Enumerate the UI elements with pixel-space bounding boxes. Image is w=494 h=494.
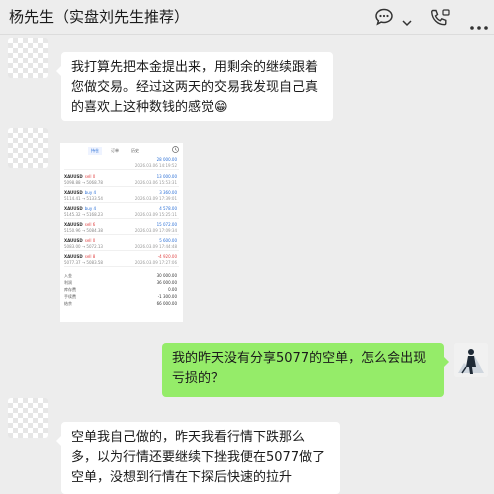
screenshot-tab: 订单 bbox=[111, 148, 119, 153]
trade-amount: 5 600.00 bbox=[159, 238, 177, 243]
summary-row: 手续费 -1 300.00 bbox=[64, 294, 179, 300]
trade-side: sell 0 bbox=[84, 238, 96, 243]
contact-avatar[interactable] bbox=[8, 38, 48, 78]
trade-side: buy 4 bbox=[84, 190, 97, 195]
summary-label: 手续费 bbox=[64, 294, 76, 299]
trade-symbol: XAUUSD buy 4 bbox=[64, 190, 96, 195]
summary-row: 利润 36 000.00 bbox=[64, 280, 179, 286]
trade-time: 2026.03.09 17:39:01 bbox=[134, 196, 177, 201]
summary-label: 利润 bbox=[64, 280, 72, 285]
trade-side: sell 6 bbox=[84, 222, 96, 227]
screenshot-trade-row: XAUUSD buy 4 5145.32 → 5168.23 4 578.00 2… bbox=[64, 205, 179, 219]
message-text: 我打算先把本金提出来，用剩余的继续跟着您做交易。经过这两天的交易我发现自己真的喜… bbox=[71, 60, 319, 115]
trade-symbol: XAUUSD sell 0 bbox=[64, 238, 95, 243]
screenshot-trade-row: XAUUSD sell 8 5077.37 → 5083.58 -4 920.00… bbox=[64, 253, 179, 267]
chevron-down-icon[interactable] bbox=[402, 12, 412, 31]
screenshot-trade-row: XAUUSD sell 0 5083.00 → 5072.13 5 600.00 … bbox=[64, 237, 179, 251]
contact-avatar[interactable] bbox=[8, 398, 48, 438]
screenshot-trade-row: XAUUSD sell 6 5150.96 → 5084.38 15 072.00… bbox=[64, 221, 179, 235]
trade-symbol-text: XAUUSD bbox=[64, 254, 83, 259]
trade-symbol: XAUUSD buy 4 bbox=[64, 206, 96, 211]
screenshot-total: 28 000.00 bbox=[156, 157, 177, 162]
trade-amount: -4 920.00 bbox=[157, 254, 177, 259]
message-text: 空单我自己做的，昨天我看行情下跌那么多，以为行情还要继续下挫我便在5077做了空… bbox=[71, 430, 326, 485]
contact-avatar[interactable] bbox=[8, 128, 48, 168]
trade-time: 2026.03.09 17:27:06 bbox=[134, 260, 177, 265]
summary-label: 库存费 bbox=[64, 287, 76, 292]
trade-symbol: XAUUSD sell 0 bbox=[64, 174, 95, 179]
summary-row: 入金 30 000.00 bbox=[64, 273, 179, 279]
summary-value: 0.00 bbox=[168, 287, 177, 292]
trade-symbol-text: XAUUSD bbox=[64, 206, 83, 211]
chat-bubble-icon[interactable] bbox=[374, 8, 394, 30]
trade-time: 2026.03.06 15:53:31 bbox=[134, 180, 177, 185]
self-avatar[interactable] bbox=[454, 343, 488, 377]
chat-title: 杨先生（实盘刘先生推荐） bbox=[9, 8, 190, 26]
trade-side: sell 0 bbox=[84, 174, 96, 179]
trade-symbol-text: XAUUSD bbox=[64, 222, 83, 227]
trade-symbol: XAUUSD sell 8 bbox=[64, 254, 95, 259]
trade-amount: 3 360.00 bbox=[159, 190, 177, 195]
screenshot-trade-row: XAUUSD sell 0 5098.88 → 5068.78 13 000.00… bbox=[64, 173, 179, 187]
summary-label: 入金 bbox=[64, 273, 72, 278]
summary-row: 结余 66 000.00 bbox=[64, 301, 179, 307]
screenshot-trade-row: XAUUSD buy 4 5114.41 → 5133.54 3 360.00 2… bbox=[64, 189, 179, 203]
trade-time: 2026.03.09 15:25:11 bbox=[134, 212, 177, 217]
trade-prices: 5083.00 → 5072.13 bbox=[64, 244, 103, 249]
trade-prices: 5150.96 → 5084.38 bbox=[64, 228, 103, 233]
summary-row: 库存费 0.00 bbox=[64, 287, 179, 293]
chat-header: 杨先生（实盘刘先生推荐） bbox=[0, 0, 494, 35]
screenshot-tab: 历史 bbox=[131, 148, 139, 153]
incoming-message[interactable]: 我打算先把本金提出来，用剩余的继续跟着您做交易。经过这两天的交易我发现自己真的喜… bbox=[56, 52, 333, 121]
trade-symbol: XAUUSD sell 6 bbox=[64, 222, 95, 227]
trade-screenshot-image[interactable]: 持仓 订单 历史 28 000.00 2026.03.06 14:19:52 X… bbox=[60, 143, 183, 322]
trade-prices: 5098.88 → 5068.78 bbox=[64, 180, 103, 185]
more-icon[interactable] bbox=[470, 15, 488, 34]
screenshot-total-time: 2026.03.06 14:19:52 bbox=[134, 163, 177, 168]
message-text: 我的昨天没有分享5077的空单，怎么会出现亏损的？ bbox=[172, 351, 427, 386]
trade-prices: 5077.37 → 5083.58 bbox=[64, 260, 103, 265]
summary-label: 结余 bbox=[64, 301, 72, 306]
screenshot-total-row: 28 000.00 2026.03.06 14:19:52 bbox=[64, 156, 179, 170]
incoming-message[interactable]: 空单我自己做的，昨天我看行情下跌那么多，以为行情还要继续下挫我便在5077做了空… bbox=[56, 422, 340, 494]
summary-value: 36 000.00 bbox=[156, 280, 177, 285]
trade-time: 2026.03.09 17:09:34 bbox=[134, 228, 177, 233]
summary-value: 66 000.00 bbox=[156, 301, 177, 306]
phone-call-icon[interactable] bbox=[429, 8, 451, 32]
trade-symbol-text: XAUUSD bbox=[64, 174, 83, 179]
screenshot-tabs: 持仓 订单 历史 bbox=[88, 147, 142, 155]
clock-icon bbox=[172, 146, 179, 153]
trade-side: sell 8 bbox=[84, 254, 96, 259]
trade-symbol-text: XAUUSD bbox=[64, 238, 83, 243]
trade-amount: 15 072.00 bbox=[156, 222, 177, 227]
screenshot-tab: 持仓 bbox=[88, 147, 102, 155]
outgoing-message[interactable]: 我的昨天没有分享5077的空单，怎么会出现亏损的？ bbox=[162, 343, 449, 397]
trade-side: buy 4 bbox=[84, 206, 97, 211]
trade-prices: 5114.41 → 5133.54 bbox=[64, 196, 103, 201]
trade-prices: 5145.32 → 5168.23 bbox=[64, 212, 103, 217]
trade-amount: 4 578.00 bbox=[159, 206, 177, 211]
trade-symbol-text: XAUUSD bbox=[64, 190, 83, 195]
trade-time: 2026.03.09 17:44:48 bbox=[134, 244, 177, 249]
trade-amount: 13 000.00 bbox=[156, 174, 177, 179]
summary-value: -1 300.00 bbox=[157, 294, 177, 299]
summary-value: 30 000.00 bbox=[156, 273, 177, 278]
